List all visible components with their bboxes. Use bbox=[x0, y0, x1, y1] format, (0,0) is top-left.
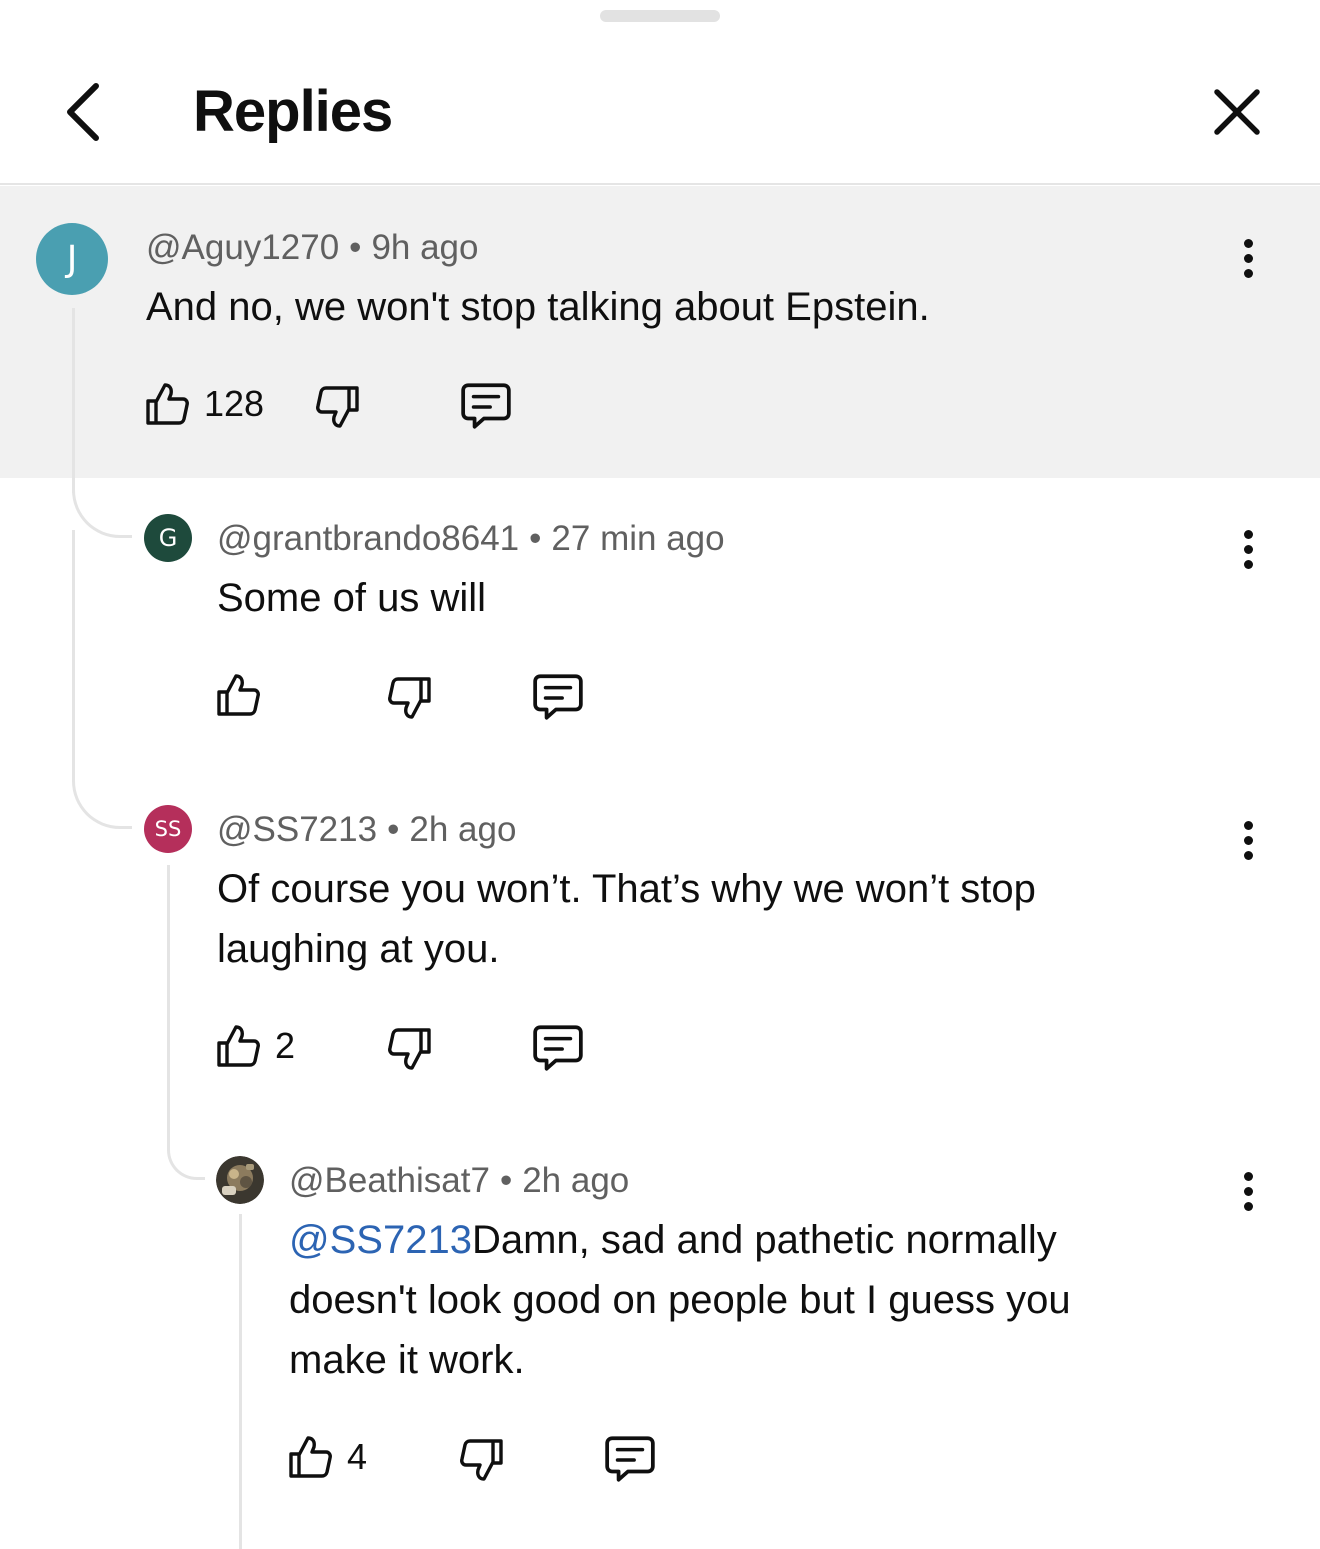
like-button[interactable]: 2 bbox=[215, 1022, 295, 1070]
timestamp: 9h ago bbox=[371, 228, 479, 267]
author-handle[interactable]: @grantbrando8641 bbox=[217, 519, 519, 558]
thumbs-down-icon bbox=[385, 1025, 433, 1073]
comment-text: @SS7213Damn, sad and pathetic normally d… bbox=[289, 1218, 1071, 1382]
more-options-button[interactable] bbox=[1228, 519, 1268, 579]
mention-link[interactable]: @SS7213 bbox=[289, 1218, 472, 1262]
comment-meta: @Beathisat7 • 2h ago bbox=[289, 1161, 629, 1201]
reply-button[interactable] bbox=[603, 1434, 657, 1484]
thumbs-up-icon bbox=[215, 1022, 263, 1070]
comment-text: Some of us will bbox=[217, 576, 486, 620]
back-button[interactable] bbox=[52, 76, 112, 148]
thread-line bbox=[239, 1214, 242, 1549]
thumbs-down-icon bbox=[313, 383, 361, 431]
reply-icon bbox=[531, 672, 585, 722]
like-button[interactable]: 4 bbox=[287, 1433, 367, 1481]
timestamp: 27 min ago bbox=[551, 519, 725, 558]
avatar[interactable]: J bbox=[36, 223, 108, 295]
chevron-left-icon bbox=[67, 83, 99, 141]
author-handle[interactable]: @SS7213 bbox=[217, 810, 377, 849]
avatar[interactable]: G bbox=[144, 514, 192, 562]
comment-meta: @SS7213 • 2h ago bbox=[217, 810, 516, 850]
comment-meta: @Aguy1270 • 9h ago bbox=[146, 228, 479, 268]
dislike-button[interactable] bbox=[457, 1436, 505, 1484]
avatar-initial: SS bbox=[154, 817, 182, 841]
like-count: 4 bbox=[347, 1436, 368, 1477]
avatar[interactable] bbox=[216, 1156, 264, 1204]
thread-connector bbox=[72, 478, 132, 538]
thumbs-up-icon bbox=[144, 380, 192, 428]
thumbs-down-icon bbox=[385, 674, 433, 722]
thread-connector bbox=[167, 1130, 205, 1180]
reply-icon bbox=[531, 1023, 585, 1073]
author-handle[interactable]: @Aguy1270 bbox=[146, 228, 339, 267]
timestamp: 2h ago bbox=[409, 810, 517, 849]
reply-button[interactable] bbox=[459, 381, 513, 431]
dislike-button[interactable] bbox=[385, 674, 433, 722]
page-title: Replies bbox=[193, 79, 393, 144]
thumbs-up-icon bbox=[215, 671, 263, 719]
close-button[interactable] bbox=[1202, 80, 1272, 144]
dislike-button[interactable] bbox=[385, 1025, 433, 1073]
comment-text: Of course you won’t. That’s why we won’t… bbox=[217, 867, 1036, 971]
thread-line bbox=[167, 865, 170, 1145]
thumbs-down-icon bbox=[457, 1436, 505, 1484]
comment-text: And no, we won't stop talking about Epst… bbox=[146, 285, 930, 329]
sheet-header: Replies bbox=[0, 0, 1320, 185]
like-button[interactable] bbox=[215, 671, 275, 719]
reply-icon bbox=[603, 1434, 657, 1484]
like-button[interactable]: 128 bbox=[144, 380, 264, 428]
reply-button[interactable] bbox=[531, 1023, 585, 1073]
avatar[interactable]: SS bbox=[144, 805, 192, 853]
separator: • bbox=[387, 810, 400, 849]
more-options-button[interactable] bbox=[1228, 810, 1268, 870]
more-options-button[interactable] bbox=[1228, 1161, 1268, 1221]
more-options-button[interactable] bbox=[1228, 228, 1268, 288]
like-count: 2 bbox=[275, 1025, 296, 1066]
separator: • bbox=[349, 228, 362, 267]
replies-sheet: Replies J @Aguy1270 • 9h ago And no, we wo… bbox=[0, 0, 1320, 1549]
separator: • bbox=[529, 519, 542, 558]
timestamp: 2h ago bbox=[522, 1161, 630, 1200]
separator: • bbox=[499, 1161, 513, 1200]
close-icon bbox=[1214, 89, 1260, 135]
drag-handle[interactable] bbox=[600, 10, 720, 22]
avatar-initial: J bbox=[66, 238, 78, 280]
author-handle[interactable]: @Beathisat7 bbox=[289, 1161, 490, 1200]
avatar-initial: G bbox=[158, 524, 178, 552]
reply-icon bbox=[459, 381, 513, 431]
thumbs-up-icon bbox=[287, 1433, 335, 1481]
like-count: 128 bbox=[204, 383, 265, 424]
dislike-button[interactable] bbox=[313, 383, 361, 431]
reply-button[interactable] bbox=[531, 672, 585, 722]
avatar-photo bbox=[216, 1156, 264, 1204]
thread-connector bbox=[72, 530, 132, 829]
thread-line bbox=[72, 308, 75, 493]
comment-meta: @grantbrando8641 • 27 min ago bbox=[217, 519, 725, 559]
